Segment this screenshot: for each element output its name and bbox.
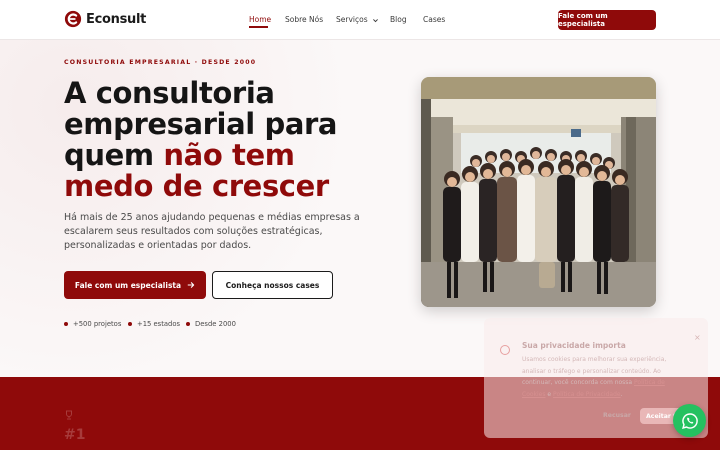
privacy-policy-link[interactable]: Política de Privacidade	[553, 391, 621, 398]
chevron-down-icon	[373, 18, 378, 22]
nav-servicos[interactable]: Serviços	[336, 15, 379, 24]
hero-subtitle: Há mais de 25 anos ajudando pequenas e m…	[64, 212, 360, 251]
trophy-icon	[66, 410, 72, 420]
top-navbar: Econsult Home Sobre Nós Serviços Blog Ca…	[0, 0, 720, 40]
stat-estados: +15 estados	[137, 320, 181, 328]
stat-desde: Desde 2000	[195, 320, 236, 328]
active-nav-underline	[249, 26, 268, 28]
bullet-dot	[186, 322, 190, 326]
headline-line-3: quem	[64, 138, 154, 172]
brand-logo[interactable]: Econsult	[64, 10, 146, 28]
brand-logo-icon	[64, 10, 82, 28]
team-photo-illustration	[421, 77, 656, 307]
headline-line-1: A consultoria	[64, 76, 275, 110]
hero-cta-label: Fale com um especialista	[74, 280, 182, 290]
headline-line-2: empresarial para	[64, 107, 338, 141]
rank-number: #1	[64, 427, 86, 443]
stat-item: Desde 2000	[186, 320, 236, 328]
stat-item: +15 estados	[128, 320, 180, 328]
headline-accent-2: medo de crescer	[64, 169, 329, 203]
stat-projetos: +500 projetos	[73, 320, 122, 328]
whatsapp-icon	[681, 412, 698, 429]
cookie-title: Sua privacidade importa	[522, 341, 626, 350]
nav-cases[interactable]: Cases	[423, 15, 445, 24]
bullet-dot	[128, 322, 132, 326]
nav-blog[interactable]: Blog	[390, 15, 407, 24]
nav-sobre-nos[interactable]: Sobre Nós	[285, 15, 323, 24]
hero-cta-button[interactable]: Fale com um especialista	[64, 271, 206, 299]
whatsapp-button[interactable]	[673, 404, 706, 437]
stat-item: +500 projetos	[64, 320, 121, 328]
headline-accent-1: não tem	[163, 138, 295, 172]
cases-button[interactable]: Conheça nossos cases	[212, 271, 333, 299]
hero-headline: A consultoria empresarial para quem não …	[64, 78, 364, 202]
close-icon[interactable]: ×	[694, 333, 701, 342]
cookie-text-and: e	[547, 390, 552, 398]
cookie-text: Usamos cookies para melhorar sua experiê…	[522, 354, 682, 400]
hero-eyebrow: CONSULTORIA EMPRESARIAL · DESDE 2000	[64, 59, 257, 66]
nav-cta-button[interactable]: Fale com um especialista	[558, 10, 656, 30]
nav-servicos-label: Serviços	[336, 15, 368, 24]
brand-name: Econsult	[86, 11, 147, 27]
cookie-icon	[500, 345, 510, 355]
cookie-text-end: .	[620, 390, 623, 398]
team-photo	[421, 77, 656, 307]
nav-home[interactable]: Home	[249, 15, 271, 24]
reject-cookies-button[interactable]: Recusar	[603, 412, 631, 419]
bullet-dot	[64, 322, 68, 326]
arrow-right-icon	[187, 282, 195, 288]
